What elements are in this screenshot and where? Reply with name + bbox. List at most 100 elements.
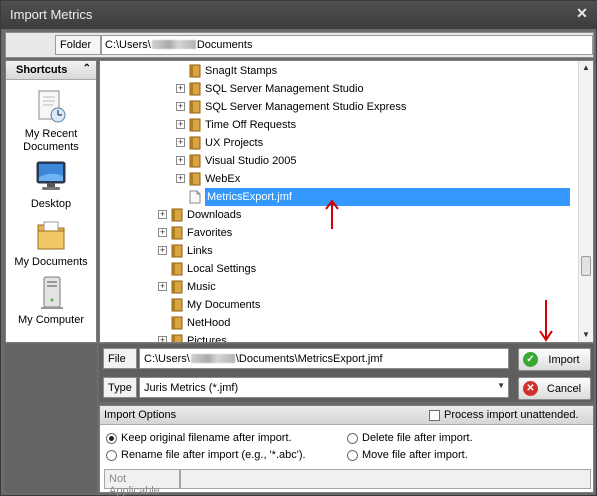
delete-file-radio[interactable] [347,433,358,444]
folder-path-field[interactable]: C:\Users\ Documents [101,35,593,55]
import-metrics-dialog: Import Metrics ✕ Folder C:\Users\ Documen… [0,0,597,496]
tree-item-label: SQL Server Management Studio Express [205,101,407,113]
expand-icon[interactable]: + [176,174,185,183]
keep-filename-radio[interactable] [106,433,117,444]
unattended-checkbox[interactable] [429,410,440,421]
tree-folder-item[interactable]: + Visual Studio 2005 [100,152,570,170]
window-title: Import Metrics [10,7,93,22]
shortcut-desktop[interactable]: Desktop [6,159,96,211]
tree-folder-item[interactable]: + UX Projects [100,134,570,152]
scroll-thumb[interactable] [581,256,591,276]
expand-icon[interactable]: + [158,228,167,237]
tree-item-label: MetricsExport.jmf [205,188,570,206]
import-options-panel: Import Options Process import unattended… [99,405,594,496]
tree-scrollbar[interactable]: ▲ ▼ [578,61,593,342]
desktop-icon [36,161,66,190]
folder-icon [171,334,183,342]
shortcuts-header: Shortcuts ⌃ [6,61,96,80]
shortcut-label-line1: My Documents [14,256,88,268]
tree-folder-item[interactable]: SnagIt Stamps [100,62,570,80]
shortcut-my-documents[interactable]: My Documents [6,217,96,269]
unattended-label: Process import unattended. [444,409,579,421]
file-label: File [103,348,137,369]
shortcut-label-line1: My Recent [24,128,78,140]
tree-item-label: SnagIt Stamps [205,65,278,77]
tree-folder-item[interactable]: + Pictures [100,332,570,343]
chevron-down-icon[interactable]: ▼ [497,381,505,390]
expand-icon[interactable]: + [158,336,167,342]
my-computer-icon [41,276,63,309]
expand-icon[interactable]: + [176,156,185,165]
tree-folder-item[interactable]: NetHood [100,314,570,332]
expand-icon[interactable]: + [176,138,185,147]
type-select[interactable]: Juris Metrics (*.jmf) ▼ [139,377,509,398]
tree-folder-item[interactable]: + SQL Server Management Studio [100,80,570,98]
file-icon [189,190,201,204]
expand-icon[interactable]: + [158,282,167,291]
scroll-up-icon[interactable]: ▲ [579,61,593,75]
tree-item-label: Favorites [187,227,233,239]
tree-folder-item[interactable]: + SQL Server Management Studio Express [100,98,570,116]
tree-item-label: Pictures [187,335,227,343]
move-file-radio[interactable] [347,450,358,461]
folder-bar: Folder C:\Users\ Documents [5,32,594,58]
file-path-field[interactable]: C:\Users\ \Documents\MetricsExport.jmf [139,348,509,369]
folder-icon [189,82,201,96]
expand-icon[interactable]: + [176,84,185,93]
expand-icon[interactable]: + [176,120,185,129]
tree-folder-item[interactable]: My Documents [100,296,570,314]
shortcuts-title: Shortcuts [16,64,68,76]
shortcut-recent-documents[interactable]: My Recent Documents [6,89,96,154]
tree-folder-item[interactable]: + WebEx [100,170,570,188]
folder-icon [171,226,183,240]
file-type-area: File C:\Users\ \Documents\MetricsExport.j… [99,344,515,402]
delete-file-label: Delete file after import. [362,432,473,444]
close-icon[interactable]: ✕ [574,5,590,21]
annotation-arrow-file [325,199,339,229]
cancel-button[interactable]: ✕ Cancel [518,377,591,400]
expand-icon[interactable]: + [158,246,167,255]
rename-file-radio[interactable] [106,450,117,461]
recent-documents-icon [38,90,66,123]
annotation-arrow-import [539,300,553,342]
folder-icon [171,316,183,330]
rename-pattern-field [180,469,591,489]
folder-icon [171,208,183,222]
keep-filename-label: Keep original filename after import. [121,432,292,444]
expand-icon[interactable]: + [158,210,167,219]
left-panel-filler [5,344,97,493]
type-value: Juris Metrics (*.jmf) [144,382,239,394]
not-applicable-field: Not Applicable [104,469,180,496]
folder-tree[interactable]: SnagIt Stamps + SQL Server Management Stud… [99,60,594,343]
folder-icon [171,280,183,294]
tree-folder-item[interactable]: Local Settings [100,260,570,278]
expand-icon[interactable]: + [176,102,185,111]
folder-path-prefix: C:\Users\ [105,39,151,51]
shortcut-label-line1: My Computer [17,314,85,326]
folder-icon [189,64,201,78]
tree-item-label: UX Projects [205,137,264,149]
folder-icon [189,172,201,186]
import-button-label: Import [548,354,580,366]
shortcut-label-line1: Desktop [30,198,72,210]
folder-path-suffix: Documents [196,39,253,51]
redacted-username [190,354,235,363]
scroll-down-icon[interactable]: ▼ [579,328,593,342]
title-bar[interactable]: Import Metrics ✕ [1,1,597,29]
tree-item-label: Time Off Requests [205,119,297,131]
tree-item-label: SQL Server Management Studio [205,83,364,95]
move-file-label: Move file after import. [362,449,468,461]
collapse-icon[interactable]: ⌃ [83,63,91,74]
tree-folder-item[interactable]: + Links [100,242,570,260]
tree-item-label: WebEx [205,173,241,185]
cancel-icon: ✕ [523,381,538,396]
tree-folder-item[interactable]: + Time Off Requests [100,116,570,134]
shortcut-my-computer[interactable]: My Computer [6,275,96,327]
tree-folder-item[interactable]: + Music [100,278,570,296]
import-button[interactable]: ✓ Import [518,348,591,371]
folder-icon [171,298,183,312]
type-label: Type [103,377,137,398]
redacted-username [151,40,196,49]
folder-icon [189,136,201,150]
folder-label: Folder [55,35,101,55]
